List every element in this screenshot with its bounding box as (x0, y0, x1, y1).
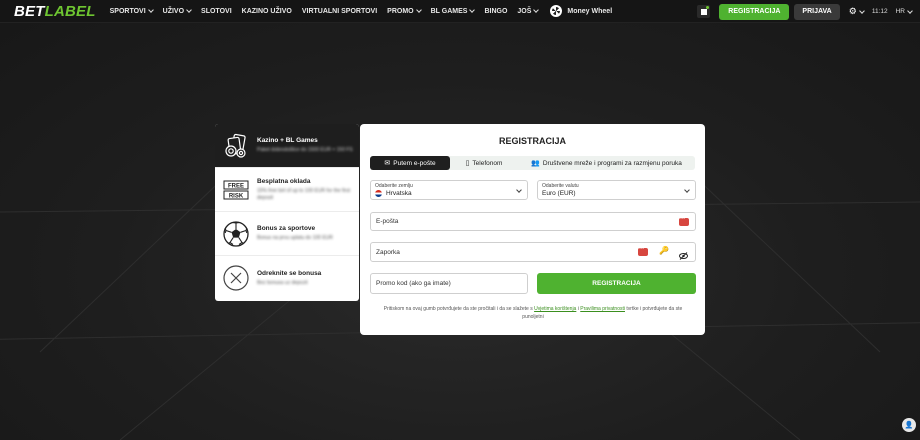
nav-item-promo[interactable]: PROMO (387, 7, 422, 15)
password-field[interactable] (376, 243, 603, 261)
promo-code-wrapper (370, 273, 528, 294)
terms-notice: Pritiskom na ovaj gumb potvrđujete da st… (383, 306, 683, 320)
bonus-title: Bonus za sportove (257, 225, 316, 232)
bonus-title: Odreknite se bonusa (257, 269, 322, 277)
chevron-down-icon (907, 7, 913, 14)
nav-item-virtualni-sportovi[interactable]: VIRTUALNI SPORTOVI (302, 8, 377, 15)
country-select[interactable]: Odaberite zemlju Hrvatska (370, 180, 528, 200)
bonus-description: 15% free bet of up to 100 EUR for the fi… (257, 187, 351, 201)
main-nav: SPORTOVI UŽIVO SLOTOVI KAZINO UŽIVO VIRT… (110, 0, 623, 22)
nav-item-kazino-uzivo[interactable]: KAZINO UŽIVO (242, 8, 292, 15)
tab-email[interactable]: ✉ Putem e-pošte (370, 156, 450, 170)
bonus-title: Kazino + BL Games (257, 137, 318, 144)
register-submit-button[interactable]: REGISTRACIJA (537, 273, 696, 294)
nav-item-jos[interactable]: JOŠ (517, 7, 540, 15)
clock-time: 11:12 (871, 8, 888, 15)
autofill-icon[interactable] (679, 216, 689, 226)
casino-chips-icon (221, 131, 251, 161)
email-field[interactable] (376, 213, 603, 230)
registration-method-tabs: ✉ Putem e-pošte ▯ Telefonom 👥 Društvene … (370, 156, 695, 170)
envelope-icon: ✉ (384, 160, 391, 167)
nav-item-uzivo[interactable]: UŽIVO (163, 7, 192, 15)
gear-icon: ⚙ (848, 6, 857, 16)
tab-social[interactable]: 👥 Društvene mreže i programi za razmjenu… (518, 156, 695, 170)
chevron-down-icon (858, 7, 865, 14)
chevron-down-icon (186, 7, 192, 13)
register-button-header[interactable]: REGISTRACIJA (719, 3, 790, 20)
chevron-down-icon (469, 7, 476, 13)
autofill-icon[interactable] (638, 246, 648, 256)
bonus-option-free-bet[interactable]: FREE RISK Besplatna oklada 15% free bet … (215, 168, 359, 212)
chevron-down-icon (147, 7, 154, 13)
money-wheel-icon (550, 5, 563, 17)
user-support-icon: 👤 (904, 422, 914, 429)
email-field-wrapper (370, 212, 696, 231)
bonus-selection-panel: Kazino + BL Games Paket dobrodošlice do … (215, 124, 359, 301)
key-icon[interactable]: 🔑 (659, 246, 669, 255)
brand-logo[interactable]: BETLABEL (14, 3, 96, 20)
people-icon: 👥 (531, 160, 540, 167)
header-actions: REGISTRACIJA PRIJAVA ⚙ 11:12 HR (697, 0, 920, 23)
currency-select[interactable]: Odaberite valutu Euro (EUR) (537, 180, 696, 200)
bonus-description: Paket dobrodošlice do 1500 EUR + 150 FS (257, 147, 353, 153)
bonus-option-sports[interactable]: Bonus za sportove Bonus na prvu uplatu d… (215, 212, 359, 256)
bonus-description: Bez bonusa uz depozit (257, 279, 308, 286)
settings-menu[interactable]: ⚙ (848, 6, 865, 17)
form-title: REGISTRACIJA (498, 136, 566, 146)
nav-item-money-wheel[interactable]: Money Wheel (550, 5, 612, 17)
svg-text:FREE: FREE (228, 183, 244, 189)
nav-item-bl-games[interactable]: BL GAMES (431, 7, 476, 15)
bonus-description: Bonus na prvu uplatu do 100 EUR (257, 235, 333, 241)
croatia-flag-icon (375, 190, 382, 197)
phone-icon: ▯ (465, 160, 470, 167)
bonus-option-decline[interactable]: Odreknite se bonusa Bez bonusa uz depozi… (215, 256, 359, 300)
promo-code-field[interactable] (376, 274, 525, 293)
support-chat-button[interactable]: 👤 (902, 418, 916, 432)
login-button-header[interactable]: PRIJAVA (794, 3, 840, 20)
language-selector[interactable]: HR (896, 7, 913, 15)
tab-phone[interactable]: ▯ Telefonom (450, 156, 518, 170)
chevron-down-icon (533, 7, 540, 13)
bonus-option-casino[interactable]: Kazino + BL Games Paket dobrodošlice do … (215, 124, 359, 168)
football-icon (221, 219, 251, 249)
nav-item-sportovi[interactable]: SPORTOVI (110, 7, 154, 15)
free-risk-icon: FREE RISK (221, 175, 251, 205)
terms-of-use-link[interactable]: Uvjetima korištenja (534, 306, 576, 312)
bonus-title: Besplatna oklada (257, 177, 311, 185)
top-navigation-bar: BETLABEL SPORTOVI UŽIVO SLOTOVI KAZINO U… (0, 0, 920, 23)
svg-text:RISK: RISK (229, 193, 244, 199)
password-field-wrapper: 🔑 (370, 242, 696, 262)
eye-hidden-icon[interactable] (679, 247, 688, 265)
nav-item-bingo[interactable]: BINGO (484, 8, 507, 15)
registration-form: REGISTRACIJA ✉ Putem e-pošte ▯ Telefonom… (360, 124, 705, 335)
gift-icon[interactable] (697, 5, 711, 18)
privacy-policy-link[interactable]: Pravilima privatnosti (580, 306, 625, 312)
chevron-down-icon (684, 187, 690, 193)
chevron-down-icon (415, 7, 422, 13)
decline-x-icon (221, 263, 251, 293)
nav-item-slotovi[interactable]: SLOTOVI (201, 8, 232, 15)
chevron-down-icon (516, 187, 522, 193)
